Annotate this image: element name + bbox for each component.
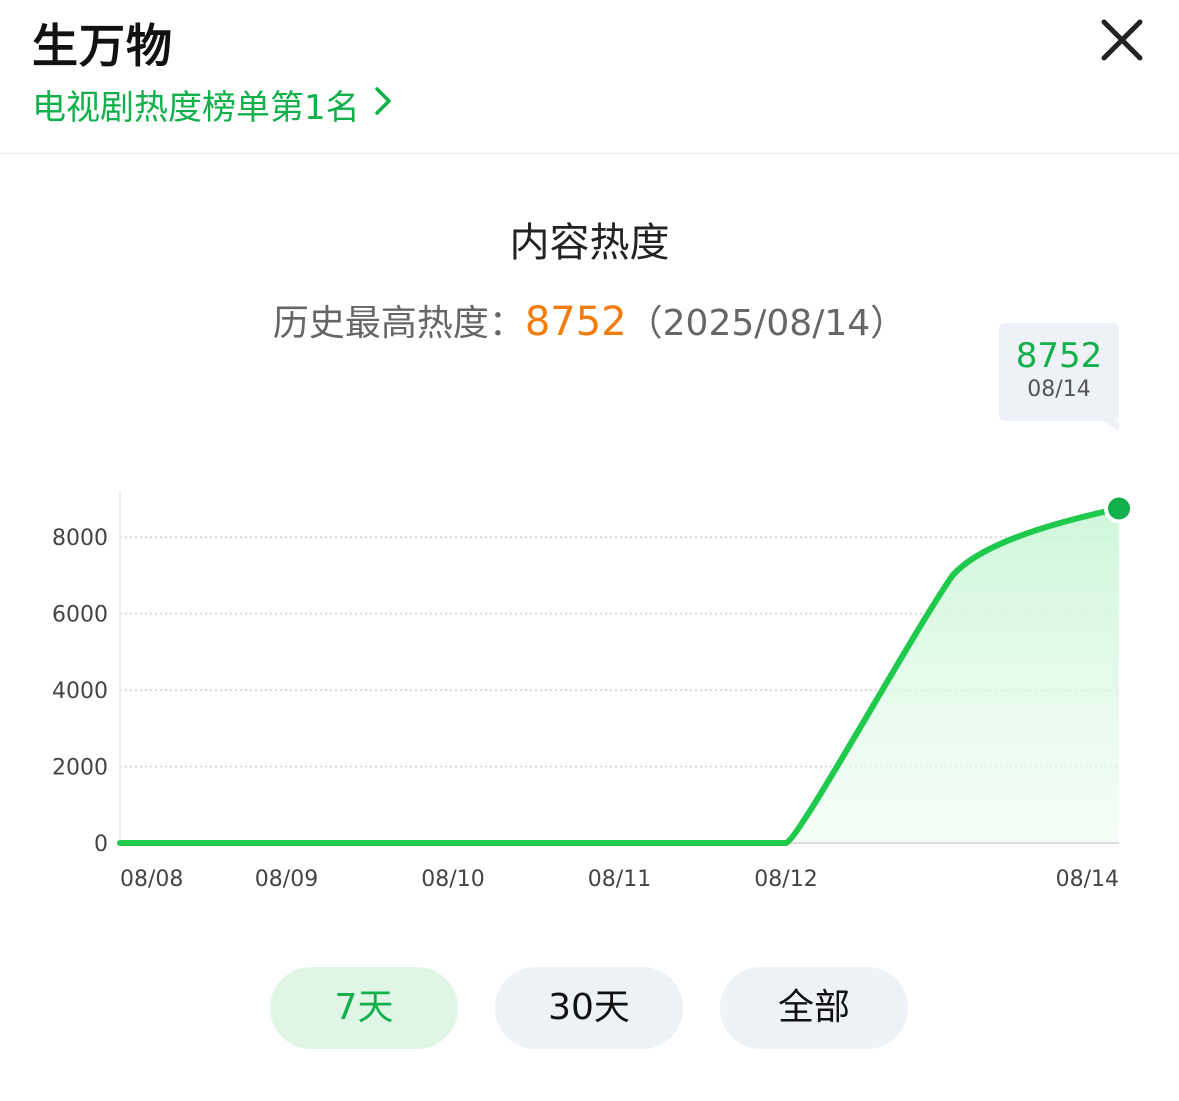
y-tick-label: 4000 (52, 679, 108, 704)
y-tick-label: 0 (94, 832, 108, 857)
range-all-button[interactable]: 全部 (720, 967, 908, 1049)
range-selector: 7天 30天 全部 (0, 967, 1179, 1049)
chart-sheet: 生万物 电视剧热度榜单第1名 内容热度 历史最高热度：8752（2025/08/… (0, 0, 1179, 1101)
x-tick-label: 08/09 (255, 867, 318, 892)
highlight-point (1108, 497, 1130, 520)
x-tick-label: 08/08 (120, 867, 183, 892)
y-tick-label: 6000 (52, 603, 108, 628)
x-tick-label: 08/11 (588, 867, 651, 892)
y-tick-label: 2000 (52, 756, 108, 781)
line-chart: 0 2000 4000 6000 8000 08/08 08/09 08/10 08/11 08… (52, 492, 1134, 892)
x-tick-label: 08/14 (1056, 867, 1119, 892)
range-30d-button[interactable]: 30天 (495, 967, 683, 1049)
x-tick-label: 08/10 (421, 867, 484, 892)
x-tick-label: 08/12 (754, 867, 817, 892)
y-tick-label: 8000 (52, 526, 108, 551)
range-7d-button[interactable]: 7天 (270, 967, 458, 1049)
